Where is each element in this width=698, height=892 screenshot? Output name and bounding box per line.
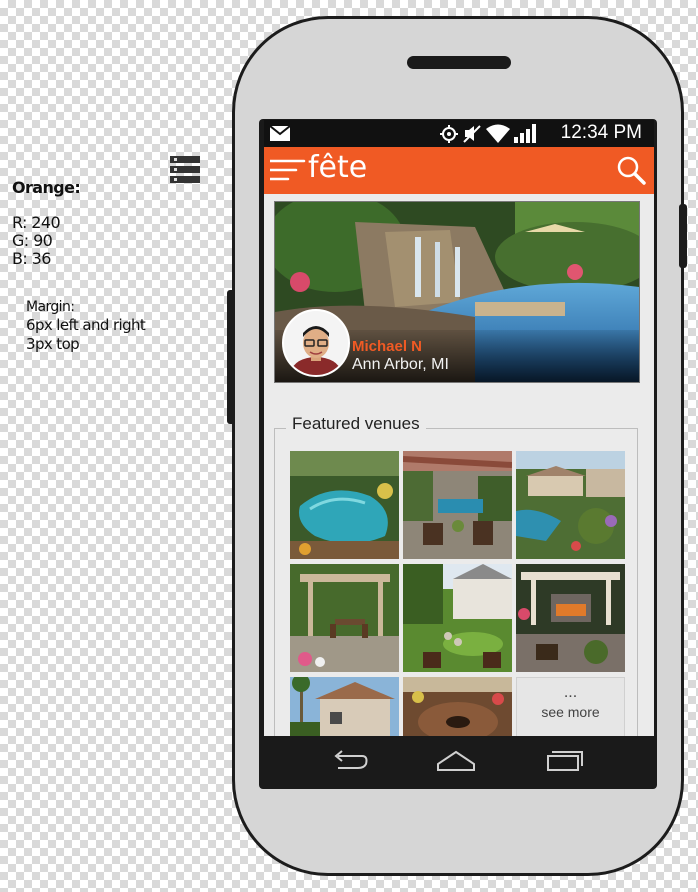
- margin-heading: Margin:: [26, 299, 75, 315]
- recent-apps-icon[interactable]: [544, 746, 584, 776]
- venue-tile-7[interactable]: [290, 677, 399, 736]
- margin-left-right: 6px left and right: [26, 316, 146, 334]
- speaker-grille: [407, 56, 511, 69]
- venue-photo-outdoor-lounge: [516, 564, 625, 672]
- featured-venues-heading: Featured venues: [286, 414, 426, 434]
- venue-tile-1[interactable]: [290, 451, 399, 559]
- profile-location: Ann Arbor, MI: [352, 356, 449, 373]
- venue-photo-lawn-path: [403, 564, 512, 672]
- venue-photo-pergola-patio: [403, 451, 512, 559]
- search-icon[interactable]: [616, 155, 646, 185]
- mute-icon: [463, 125, 481, 143]
- see-more-dots: ...: [563, 684, 578, 701]
- location-icon: [440, 125, 458, 143]
- venue-photo-garden-pool: [516, 451, 625, 559]
- status-bar: 12:34 PM: [264, 120, 654, 147]
- avatar-portrait: [284, 311, 348, 375]
- hamburger-icon[interactable]: [270, 158, 306, 184]
- mail-icon: [270, 126, 290, 141]
- see-more-label: see more: [541, 704, 600, 720]
- see-more-button[interactable]: ... see more: [516, 677, 625, 736]
- signal-icon: [514, 124, 536, 143]
- power-button: [679, 204, 687, 268]
- venue-tile-8[interactable]: [403, 677, 512, 736]
- app-title: fête: [308, 150, 368, 185]
- wifi-icon: [486, 124, 510, 143]
- venue-tile-5[interactable]: [403, 564, 512, 672]
- app-bar: fête: [264, 147, 654, 194]
- back-icon[interactable]: [328, 746, 368, 776]
- venue-tile-2[interactable]: [403, 451, 512, 559]
- venue-photo-firepit-deck: [403, 677, 512, 736]
- profile-name[interactable]: Michael N: [352, 338, 422, 355]
- avatar[interactable]: [282, 309, 350, 377]
- home-icon[interactable]: [436, 746, 476, 776]
- venue-tile-3[interactable]: [516, 451, 625, 559]
- color-b: B: 36: [12, 249, 51, 268]
- color-g: G: 90: [12, 231, 53, 250]
- venue-tile-4[interactable]: [290, 564, 399, 672]
- hamburger-reference-icon: [170, 156, 200, 184]
- volume-button: [227, 290, 235, 424]
- margin-top: 3px top: [26, 335, 80, 353]
- venue-photo-palm-house: [290, 677, 399, 736]
- color-heading: Orange:: [12, 178, 81, 197]
- app-screen: 12:34 PM fête Michael N Ann Arbor, MI Fe…: [264, 120, 654, 736]
- system-nav-bar: [264, 736, 654, 786]
- venue-photo-pool-lagoon: [290, 451, 399, 559]
- color-r: R: 240: [12, 213, 61, 232]
- status-time: 12:34 PM: [560, 122, 642, 143]
- venue-tile-6[interactable]: [516, 564, 625, 672]
- venue-photo-arbor-dining: [290, 564, 399, 672]
